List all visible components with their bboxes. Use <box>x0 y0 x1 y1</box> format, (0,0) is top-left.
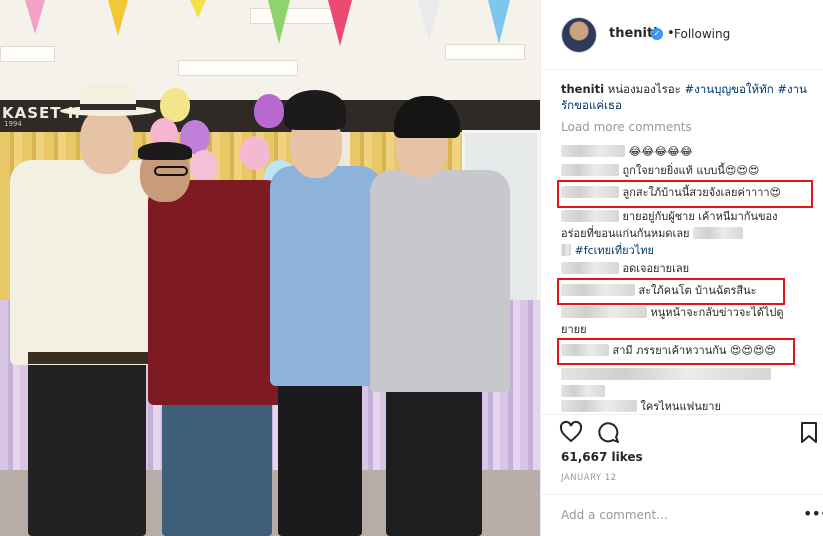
more-options-icon[interactable]: ••• <box>803 504 823 523</box>
comment-text: 😂😂😂😂😂 <box>628 145 693 158</box>
balloon <box>190 150 218 182</box>
action-bar <box>541 414 823 444</box>
comment-text: ยายอยู่กับผู้ชาย เค้าหนีมากันของ <box>622 210 778 223</box>
blurred-username <box>561 262 619 274</box>
balloon <box>160 88 190 122</box>
blurred-mention <box>561 244 571 256</box>
post-side-panel: theniti ✓ • Following theniti หน่องมองไร… <box>540 0 823 536</box>
comment-text-continued: อร่อยที่ขอนแก่นกันหมดเลย <box>561 227 690 240</box>
balloon <box>254 94 284 128</box>
post-date[interactable]: JANUARY 12 <box>561 473 617 483</box>
blurred-username <box>561 145 625 157</box>
ceiling-light <box>178 60 298 76</box>
comment-text: ใครไหนแฟนยาย <box>640 400 721 412</box>
comment: หนูหน้าจะกลับข่าวจะได้ไปดู ยายย <box>561 304 811 338</box>
blurred-username <box>561 210 619 222</box>
comment: อดเจอยายเลย <box>561 260 811 277</box>
highlight-box <box>557 338 795 365</box>
highlight-box <box>557 278 785 305</box>
following-button[interactable]: Following <box>674 27 730 41</box>
add-comment-input[interactable]: Add a comment... <box>561 508 668 522</box>
banner-subtext: 1994 <box>4 120 22 128</box>
post-photo[interactable]: KASET IP 1994 <box>0 0 540 536</box>
blurred-username <box>561 164 619 176</box>
post-header: theniti ✓ • Following <box>541 0 823 70</box>
comment: ถูกใจยายยิ่งแท้ แบบนี้😍😍😍 <box>561 162 811 179</box>
avatar[interactable] <box>561 17 597 53</box>
comment: ยายอยู่กับผู้ชาย เค้าหนีมากันของ อร่อยที… <box>561 208 811 259</box>
blurred-comment <box>561 368 771 380</box>
comment: 😂😂😂😂😂 <box>561 143 811 160</box>
bookmark-icon[interactable] <box>797 420 821 444</box>
caption-hashtag[interactable]: #งานบุญขอให้ทัก <box>685 82 774 96</box>
heart-icon[interactable] <box>559 420 583 444</box>
instagram-post: KASET IP 1994 theniti ✓ • Following then… <box>0 0 823 536</box>
blurred-mention <box>693 227 744 239</box>
comment-icon[interactable] <box>596 420 620 444</box>
verified-badge-icon: ✓ <box>651 28 663 40</box>
caption-username[interactable]: theniti <box>561 82 604 96</box>
comment-text: หนูหน้าจะกลับข่าวจะได้ไปดู <box>650 306 784 319</box>
blurred-username <box>561 400 637 412</box>
flag-bunting <box>25 0 510 46</box>
caption: theniti หน่องมองไรอะ #งานบุญขอให้ทัก #งา… <box>561 81 811 113</box>
comment-text: อดเจอยายเลย <box>622 262 690 275</box>
load-more-comments-link[interactable]: Load more comments <box>561 120 692 134</box>
comment-hashtag[interactable]: #fcเทยเที่ยวไทย <box>575 244 654 257</box>
balloon <box>240 136 270 170</box>
comment-text: ถูกใจยายยิ่งแท้ แบบนี้😍😍😍 <box>622 164 760 177</box>
caption-text: หน่องมองไรอะ <box>607 82 681 96</box>
comment: ใครไหนแฟนยาย <box>561 398 811 412</box>
highlight-box <box>557 180 813 208</box>
blurred-username <box>561 306 647 318</box>
comment <box>561 366 811 400</box>
blurred-comment <box>561 385 605 397</box>
comment-text-continued: ยายย <box>561 323 587 336</box>
likes-count[interactable]: 61,667 likes <box>561 450 643 464</box>
